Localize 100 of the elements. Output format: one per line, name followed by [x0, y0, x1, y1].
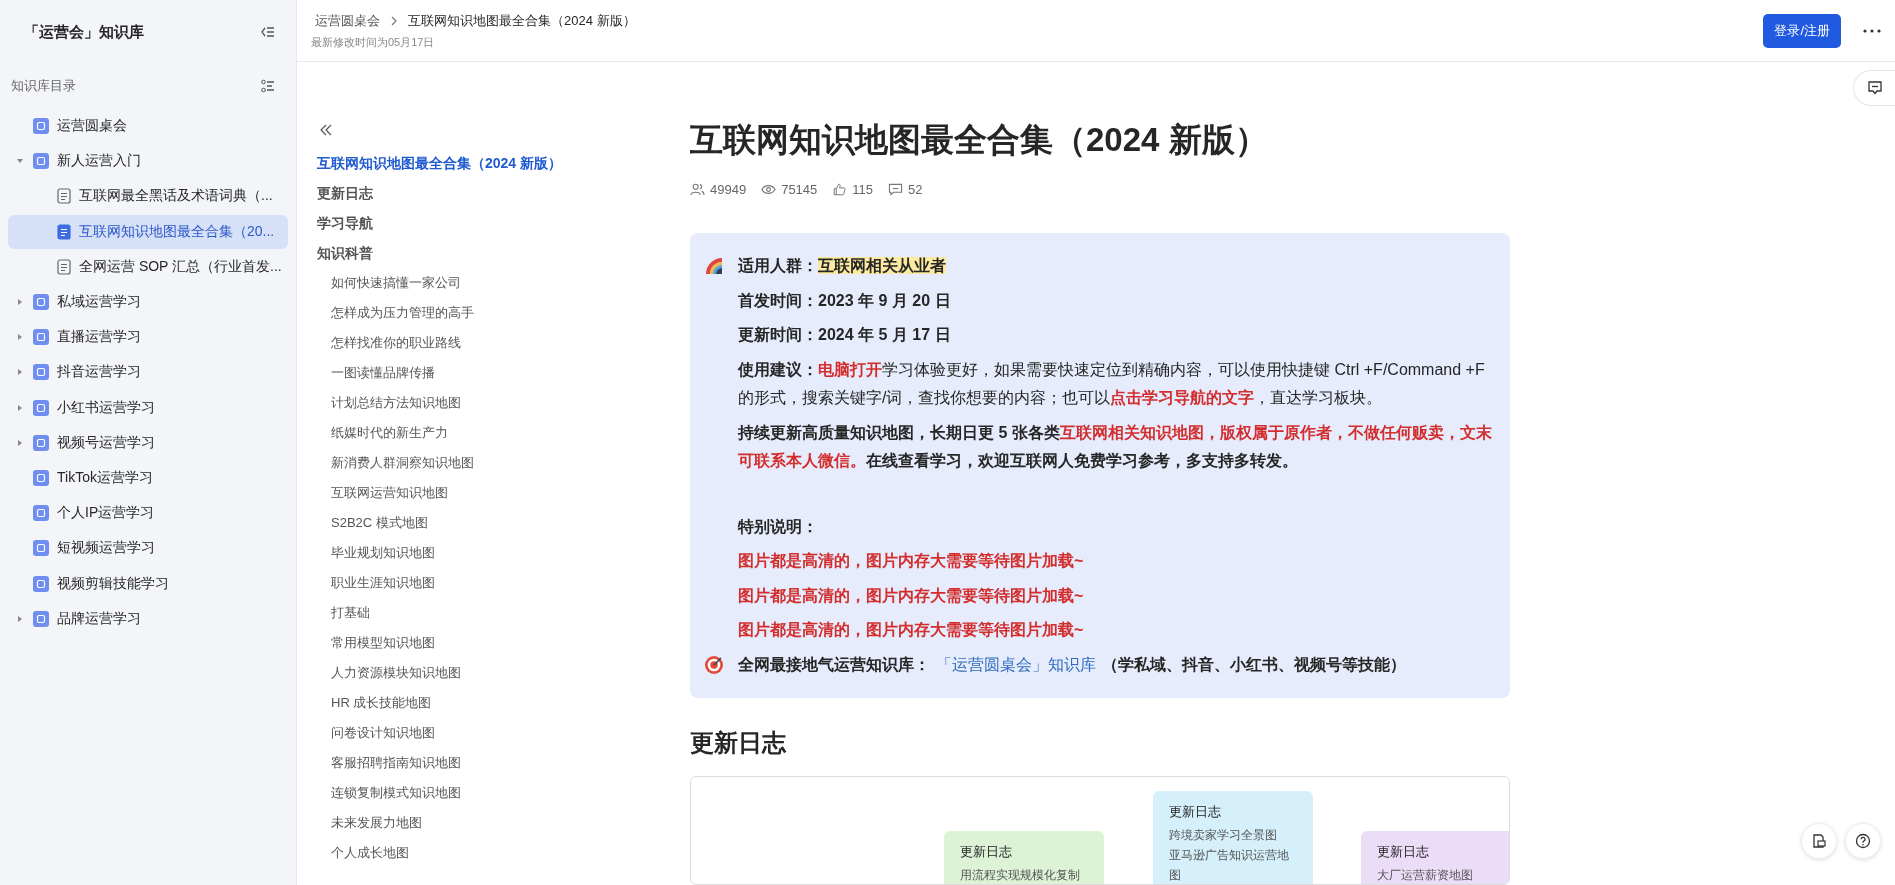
help-button[interactable]	[1845, 823, 1881, 859]
comment-count: 52	[908, 182, 923, 197]
outline-link[interactable]: 毕业规划知识地图	[317, 538, 435, 568]
category-icon	[33, 153, 49, 170]
caret-icon[interactable]	[16, 333, 24, 342]
help-icon[interactable]	[1855, 833, 1871, 849]
login-button[interactable]: 登录/注册	[1763, 13, 1841, 48]
target-icon	[704, 654, 724, 675]
sidebar-item[interactable]: TikTok运营学习	[8, 460, 288, 496]
callout-paragraph: 适用人群：互联网相关从业者	[738, 256, 946, 276]
outline-link[interactable]: 互联网运营知识地图	[317, 478, 448, 508]
outline-link[interactable]: 更新日志	[317, 178, 373, 208]
caret-icon[interactable]	[16, 368, 24, 377]
section-heading: 更新日志	[690, 728, 787, 758]
outline-link[interactable]: S2B2C 模式地图	[317, 508, 428, 538]
node-title: 更新日志	[1377, 843, 1429, 861]
caret-icon[interactable]	[16, 298, 24, 307]
category-icon	[33, 610, 49, 627]
outline-link[interactable]: 计划总结方法知识地图	[317, 388, 461, 418]
outline-link[interactable]: 个人成长地图	[317, 838, 409, 868]
category-icon	[33, 294, 49, 311]
callout-paragraph: 特别说明：	[738, 516, 818, 537]
caret-icon[interactable]	[16, 438, 24, 447]
list-view-icon[interactable]	[260, 78, 276, 94]
category-icon	[33, 364, 49, 381]
node-title: 更新日志	[1169, 803, 1221, 821]
outline-link[interactable]: 知识科普	[317, 238, 373, 268]
category-icon	[33, 399, 49, 416]
node-text: 跨境卖家学习全景图	[1169, 827, 1277, 844]
outline-link[interactable]: 新消费人群洞察知识地图	[317, 448, 474, 478]
breadcrumb-link[interactable]: 运营圆桌会	[311, 11, 380, 30]
document-icon	[57, 258, 71, 275]
node-text: 大厂运营薪资地图	[1377, 867, 1473, 884]
callout-paragraph: 首发时间：2023 年 9 月 20 日	[738, 290, 951, 311]
sidebar-item[interactable]: 私域运营学习	[8, 284, 288, 320]
outline-link[interactable]: 问卷设计知识地图	[317, 718, 435, 748]
outline-link[interactable]: 一图读懂品牌传播	[317, 358, 435, 388]
sidebar-item[interactable]: 品牌运营学习	[8, 601, 288, 636]
callout-paragraph: 图片都是高清的，图片内存大需要等待图片加载~	[738, 551, 1084, 571]
callout-paragraph: 更新时间：2024 年 5 月 17 日	[738, 325, 951, 345]
outline-link[interactable]: 学习导航	[317, 208, 373, 238]
sidebar-item[interactable]: 个人IP运营学习	[8, 496, 288, 531]
sidebar-item[interactable]: 新人运营入门	[8, 144, 288, 179]
outline-link[interactable]: HR 成长技能地图	[317, 688, 432, 718]
document-icon[interactable]	[1811, 833, 1827, 849]
sidebar-item[interactable]: 抖音运营学习	[8, 355, 288, 390]
feedback-button[interactable]	[1801, 823, 1837, 859]
outline-link[interactable]: 纸媒时代的新生产力	[317, 418, 448, 448]
outline-link[interactable]: 怎样找准你的职业路线	[317, 328, 461, 358]
collapse-sidebar-icon[interactable]	[260, 24, 276, 40]
more-icon[interactable]	[1863, 28, 1881, 33]
category-icon	[33, 505, 49, 522]
thumbs-up-icon[interactable]	[832, 183, 848, 196]
category-icon	[33, 469, 49, 486]
outline-link[interactable]: 互联网知识地图最全合集（2024 新版）	[317, 148, 563, 178]
sidebar-item[interactable]: 互联网知识地图最全合集（20...	[8, 214, 288, 249]
outline-link[interactable]: 打基础	[317, 598, 370, 628]
comment-icon[interactable]	[1866, 80, 1883, 96]
rainbow-icon	[704, 256, 724, 276]
people-icon	[690, 183, 705, 196]
eye-icon	[761, 183, 777, 196]
outline-link[interactable]: 如何快速搞懂一家公司	[317, 268, 461, 298]
category-icon	[33, 434, 49, 451]
caret-icon[interactable]	[16, 614, 24, 623]
sidebar-item[interactable]: 全网运营 SOP 汇总（行业首发...	[8, 249, 288, 284]
knowledge-base-link[interactable]: 「运营圆桌会」知识库	[930, 655, 1102, 673]
sidebar-item[interactable]: 小红书运营学习	[8, 390, 288, 425]
sidebar-item[interactable]: 视频号运营学习	[8, 425, 288, 460]
sidebar-item[interactable]: 运营圆桌会	[8, 109, 288, 144]
outline-link[interactable]: 连锁复制模式知识地图	[317, 778, 461, 808]
last-modified-text: 最新修改时间为05月17日	[311, 34, 436, 50]
member-count: 49949	[710, 182, 747, 197]
category-icon	[33, 118, 49, 135]
sidebar-item[interactable]: 互联网最全黑话及术语词典（...	[8, 179, 288, 214]
sidebar-item[interactable]: 直播运营学习	[8, 320, 288, 355]
node-text: 用流程实现规模化复制	[960, 867, 1080, 884]
callout-paragraph: 图片都是高清的，图片内存大需要等待图片加载~	[738, 585, 1084, 606]
catalog-label: 知识库目录	[11, 77, 76, 95]
caret-icon[interactable]	[16, 403, 24, 412]
category-icon	[33, 540, 49, 557]
document-icon	[57, 223, 71, 240]
callout-paragraph: 使用建议：电脑打开学习体验更好，如果需要快速定位到精确内容，可以使用快捷键 Ctrl +F/Command +F 的形式，搜索关键字/词，查找你想要的内容；也可以点击学习导航的文字，直达学习板块。	[738, 359, 1486, 408]
category-icon	[33, 575, 49, 592]
outline-link[interactable]: 人力资源模块知识地图	[317, 658, 461, 688]
outline-link[interactable]: 未来发展力地图	[317, 808, 422, 838]
sidebar-item[interactable]: 短视频运营学习	[8, 531, 288, 566]
outline-link[interactable]: 客服招聘指南知识地图	[317, 748, 461, 778]
outline-link[interactable]: 职业生涯知识地图	[317, 568, 435, 598]
comments-toggle-button[interactable]	[1853, 70, 1895, 106]
callout-paragraph: 全网最接地气运营知识库： 「运营圆桌会」知识库 （学私域、抖音、小红书、视频号等技能）	[738, 654, 1406, 675]
knowledge-base-title: 「运营会」知识库	[24, 22, 144, 42]
outline-link[interactable]: 怎样成为压力管理的高手	[317, 298, 474, 328]
outline-link[interactable]: 常用模型知识地图	[317, 628, 435, 658]
like-count: 115	[852, 182, 874, 197]
breadcrumb-link[interactable]: 互联网知识地图最全合集（2024 新版）	[408, 11, 636, 30]
collapse-outline-icon[interactable]	[319, 124, 333, 136]
sidebar-item[interactable]: 视频剪辑技能学习	[8, 566, 288, 601]
callout-paragraph: 图片都是高清的，图片内存大需要等待图片加载~	[738, 620, 1084, 640]
document-icon	[57, 188, 71, 205]
node-text: 亚马逊广告知识运营地	[1169, 847, 1289, 864]
